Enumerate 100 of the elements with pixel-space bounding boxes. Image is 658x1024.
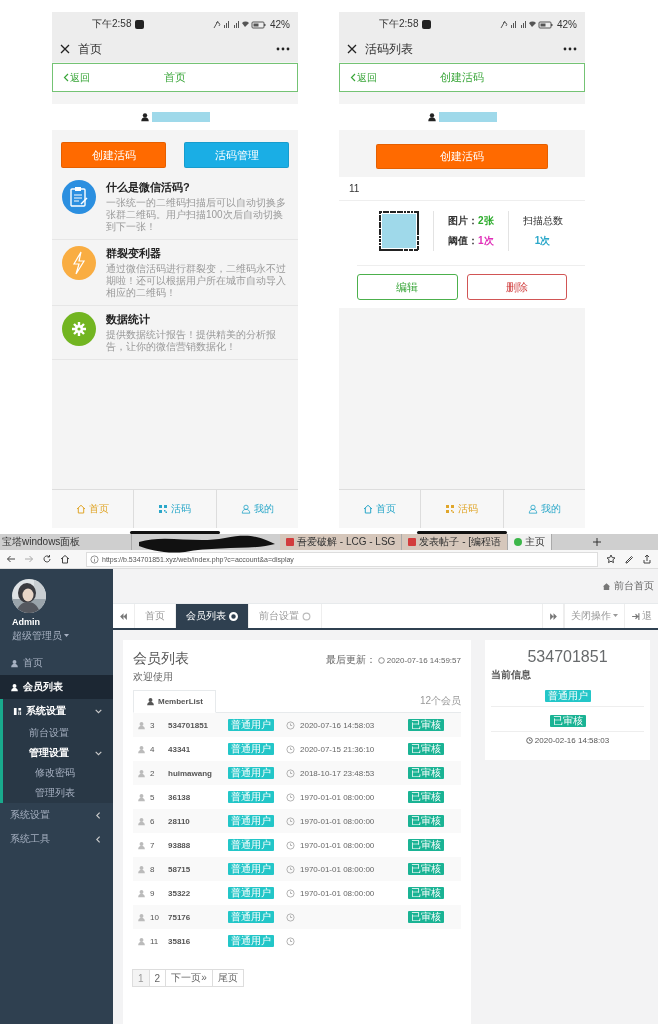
login-time: 2020-07-16 14:58:03 [300, 720, 375, 730]
last-updated: 最后更新： 2020-07-16 14:59:57 [325, 653, 461, 667]
user-type-label: 普通用户 [228, 743, 274, 755]
member-id: 3 [150, 720, 155, 730]
user-icon [137, 864, 146, 874]
home-icon[interactable] [60, 554, 70, 564]
feature-description: 提供数据统计报告！提供精美的分析报告，让你的微信营销数据化！ [106, 329, 277, 353]
scans-label: 扫描总数 [522, 214, 563, 228]
status-label: 已审核 [408, 863, 444, 875]
user-type-label: 普通用户 [228, 911, 274, 923]
qr-code [379, 211, 419, 251]
member-list-tab[interactable]: MemberList [133, 690, 216, 713]
home-icon [602, 581, 611, 591]
delete-button[interactable]: 删除 [466, 274, 567, 300]
images-stat: 图片：2张 [448, 214, 494, 228]
scroll-right-button[interactable] [542, 604, 564, 628]
sidebar-item[interactable]: 会员列表 [0, 675, 113, 699]
browser-tab[interactable]: 吾爱破解 - LCG - LSG [280, 534, 403, 550]
clock-icon [525, 737, 533, 744]
clock-icon [286, 936, 295, 946]
member-id: 8 [150, 864, 155, 874]
sidebar-item[interactable]: 管理列表 [3, 783, 113, 803]
page-title: 首页 [164, 71, 186, 83]
battery-level: 42% [270, 18, 290, 30]
status-label: 已审核 [408, 839, 444, 851]
user-type-label: 普通用户 [228, 887, 274, 899]
scans-value: 1次 [534, 234, 551, 248]
share-icon[interactable] [642, 554, 652, 564]
edit-button[interactable]: 编辑 [357, 274, 458, 300]
user-icon [137, 792, 146, 802]
back-icon[interactable] [6, 554, 16, 564]
sidebar-item[interactable]: 管理设置 [3, 743, 113, 763]
gift-icon [286, 538, 294, 546]
user-type-label: 普通用户 [228, 863, 274, 875]
user-icon [137, 912, 146, 922]
member-name: 35322 [168, 888, 191, 898]
clock-icon [286, 816, 295, 826]
browser-tab[interactable]: 主页 [508, 534, 553, 550]
user-type-label: 普通用户 [228, 791, 274, 803]
user-icon [10, 658, 19, 668]
user-icon [10, 682, 19, 692]
more-icon[interactable] [276, 47, 290, 51]
clock-icon [286, 888, 295, 898]
threshold-stat: 阈值：1次 [448, 234, 494, 248]
page-link[interactable]: 1 [132, 969, 150, 987]
feature-title: 群裂变利器 [106, 246, 162, 261]
lightning-icon [72, 251, 86, 275]
star-icon[interactable] [606, 554, 616, 564]
sidebar-item[interactable]: 系统工具 [0, 827, 113, 851]
code-name: 11 [339, 177, 585, 201]
clock-icon [286, 792, 295, 802]
browser-tab[interactable]: 宝塔windows面板 [0, 534, 132, 550]
pen-icon[interactable] [624, 554, 634, 564]
front-page-link[interactable]: 前台首页 [614, 579, 654, 593]
member-name: 93888 [168, 840, 191, 850]
user-role-menu[interactable]: 超级管理员 [12, 629, 101, 643]
user-icon [427, 112, 437, 122]
chevron-left-icon [63, 73, 69, 82]
tab-bar-item[interactable]: 首页 [339, 490, 422, 528]
login-time: 1970-01-01 08:00:00 [300, 840, 375, 850]
sidebar-item[interactable]: 首页 [0, 651, 113, 675]
more-icon[interactable] [563, 47, 577, 51]
sidebar-item[interactable]: 前台设置 [3, 723, 113, 743]
member-name: 534701851 [526, 648, 609, 666]
member-name: 28110 [168, 816, 190, 826]
caret-icon [613, 614, 618, 618]
sidebar-item[interactable]: 系统设置 [0, 803, 113, 827]
user-icon [240, 504, 251, 514]
user-icon [137, 720, 146, 730]
member-id: 11 [150, 936, 159, 946]
clock-icon [286, 768, 295, 778]
user-icon [140, 112, 150, 122]
member-id: 5 [150, 792, 155, 802]
page-tab[interactable]: 会员列表 [176, 604, 249, 628]
member-id: 2 [150, 768, 155, 778]
page-link[interactable]: 下一页» [165, 969, 213, 987]
tab-bar-item[interactable]: 我的 [503, 490, 585, 528]
create-button[interactable]: 创建活码 [376, 144, 548, 169]
page-link[interactable]: 尾页 [211, 969, 244, 987]
action-button[interactable]: 创建活码 [61, 142, 166, 168]
sidebar-item[interactable]: 修改密码 [3, 763, 113, 783]
user-type-label: 普通用户 [228, 767, 274, 779]
feature-title: 什么是微信活码? [106, 180, 191, 195]
tab-bar-item[interactable]: 活码 [134, 490, 217, 528]
login-time: 2018-10-17 23:48:53 [300, 768, 375, 778]
status-icons [212, 19, 266, 29]
user-icon [527, 504, 538, 514]
member-name: 43341 [168, 744, 191, 754]
login-time: 1970-01-01 08:00:00 [300, 792, 375, 802]
tab-bar-item[interactable]: 我的 [216, 490, 298, 528]
caret-icon [64, 634, 69, 638]
back-button[interactable]: 返回 [53, 69, 96, 86]
battery-level: 42% [557, 18, 577, 30]
user-icon [137, 744, 146, 754]
back-button[interactable]: 返回 [340, 69, 383, 86]
refresh-icon[interactable] [42, 554, 52, 564]
sidebar-item[interactable]: 系统设置 [3, 699, 113, 723]
browser-tab[interactable]: 发表帖子 - [编程语 [402, 534, 509, 550]
redaction-bar [152, 112, 210, 122]
qr-code-icon [445, 504, 456, 514]
